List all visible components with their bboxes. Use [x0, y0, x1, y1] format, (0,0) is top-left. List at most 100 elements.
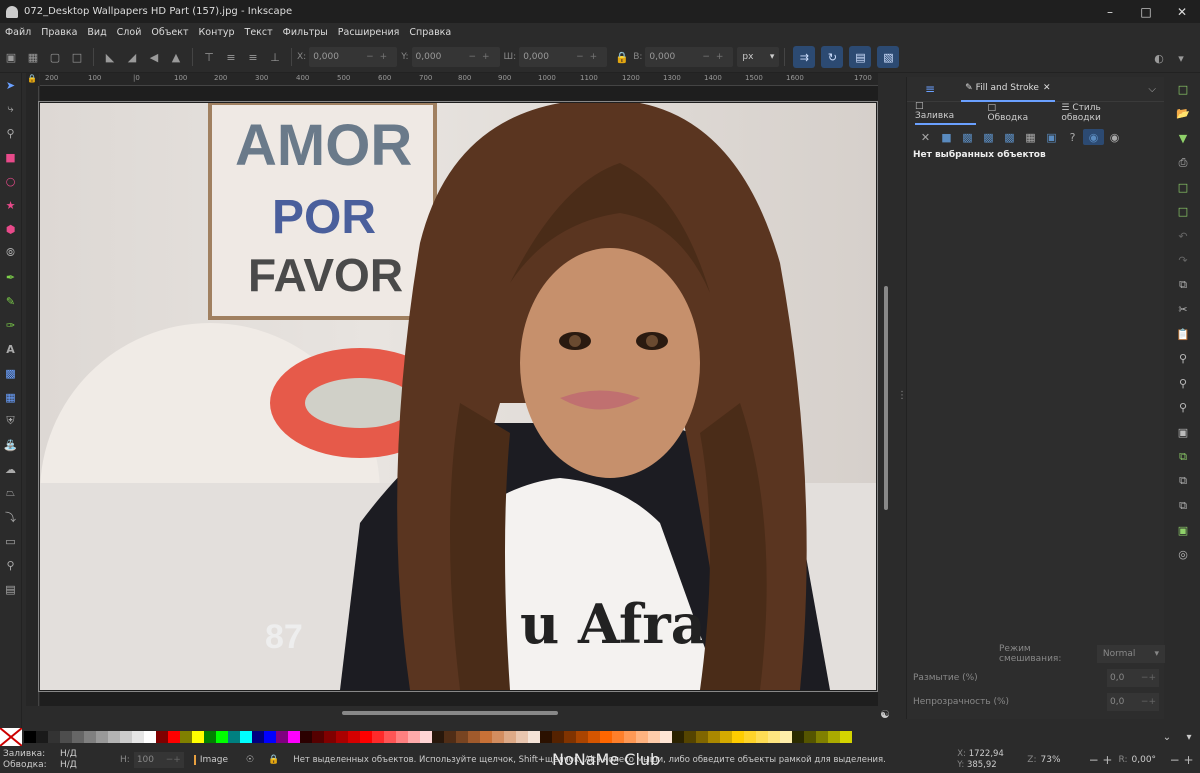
- zoom-field[interactable]: 73% − +: [1041, 753, 1113, 767]
- style-indicator[interactable]: Заливка: Обводка:: [0, 749, 60, 771]
- color-swatch[interactable]: [648, 731, 660, 743]
- color-swatch[interactable]: [456, 731, 468, 743]
- color-swatch[interactable]: [300, 731, 312, 743]
- palette-scroll-up-icon[interactable]: ⌄: [1156, 732, 1178, 743]
- color-swatch[interactable]: [744, 731, 756, 743]
- color-swatch[interactable]: [156, 731, 168, 743]
- dropper-tool-icon[interactable]: ⛨: [0, 409, 21, 433]
- color-swatch[interactable]: [228, 731, 240, 743]
- y-field[interactable]: 0,000 −+: [411, 47, 500, 67]
- lower-to-bottom-icon[interactable]: ⊥: [264, 46, 286, 68]
- pattern-icon[interactable]: ▦: [1020, 129, 1041, 145]
- color-swatch[interactable]: [816, 731, 828, 743]
- cut-icon[interactable]: ✂: [1166, 298, 1200, 323]
- color-swatch[interactable]: [636, 731, 648, 743]
- menu-layer[interactable]: Слой: [112, 27, 147, 38]
- color-swatch[interactable]: [252, 731, 264, 743]
- menu-view[interactable]: Вид: [82, 27, 111, 38]
- move-gradients-icon[interactable]: ▤: [849, 46, 872, 68]
- duplicate-icon[interactable]: ⧉: [1166, 445, 1200, 470]
- color-swatch[interactable]: [168, 731, 180, 743]
- color-swatch[interactable]: [180, 731, 192, 743]
- minimize-button[interactable]: –: [1092, 0, 1128, 23]
- color-swatch[interactable]: [444, 731, 456, 743]
- flip-vertical-icon[interactable]: ▲: [165, 46, 187, 68]
- color-swatch[interactable]: [96, 731, 108, 743]
- lower-icon[interactable]: ≡: [242, 46, 264, 68]
- new-document-icon[interactable]: □: [1166, 77, 1200, 102]
- color-swatch[interactable]: [576, 731, 588, 743]
- clone-icon[interactable]: ⧉: [1166, 469, 1200, 494]
- eraser-tool-icon[interactable]: ⏢: [0, 481, 21, 505]
- color-swatch[interactable]: [120, 731, 132, 743]
- spray-tool-icon[interactable]: ☁: [0, 457, 21, 481]
- deselect-icon[interactable]: ▢: [44, 46, 66, 68]
- copy-icon[interactable]: ⧉: [1166, 273, 1200, 298]
- color-swatch[interactable]: [108, 731, 120, 743]
- move-patterns-icon[interactable]: ▧: [877, 46, 900, 68]
- vertical-scrollbar[interactable]: [884, 286, 888, 510]
- snap-options-icon[interactable]: ▾: [1170, 47, 1192, 69]
- color-swatch[interactable]: [780, 731, 792, 743]
- rotate-cw-icon[interactable]: ◢: [121, 46, 143, 68]
- color-swatch[interactable]: [36, 731, 48, 743]
- color-swatch[interactable]: [792, 731, 804, 743]
- color-swatch[interactable]: [564, 731, 576, 743]
- select-all-layers-icon[interactable]: ▦: [22, 46, 44, 68]
- color-swatch[interactable]: [720, 731, 732, 743]
- layers-icon[interactable]: ≡: [925, 82, 935, 96]
- star-tool-icon[interactable]: ★: [0, 193, 21, 217]
- tab-fill-and-stroke[interactable]: ✎ Fill and Stroke ✕: [961, 77, 1055, 102]
- page-tool-icon[interactable]: ▭: [0, 529, 21, 553]
- group-icon[interactable]: ▣: [1166, 518, 1200, 543]
- color-swatch[interactable]: [432, 731, 444, 743]
- mesh-gradient-icon[interactable]: ▩: [999, 129, 1020, 145]
- color-swatch[interactable]: [396, 731, 408, 743]
- spiral-tool-icon[interactable]: ⦾: [0, 241, 21, 265]
- radial-gradient-icon[interactable]: ▩: [978, 129, 999, 145]
- zoom-tool-icon[interactable]: ⚲: [0, 553, 21, 577]
- raise-to-top-icon[interactable]: ⊤: [198, 46, 220, 68]
- unit-select[interactable]: px ▾: [737, 47, 780, 67]
- touch-select-icon[interactable]: □: [66, 46, 88, 68]
- import-icon[interactable]: □: [1166, 175, 1200, 200]
- rectangle-tool-icon[interactable]: ■: [0, 145, 21, 169]
- layer-lock-icon[interactable]: 🔒: [268, 755, 279, 765]
- lock-guides-icon[interactable]: 🔒: [27, 74, 37, 83]
- h-field[interactable]: 100 −+: [133, 751, 184, 768]
- color-swatch[interactable]: [72, 731, 84, 743]
- flat-color-icon[interactable]: ■: [936, 129, 957, 145]
- export-icon[interactable]: □: [1166, 200, 1200, 225]
- color-swatch[interactable]: [204, 731, 216, 743]
- gradient-tool-icon[interactable]: ▩: [0, 361, 21, 385]
- rotation-field[interactable]: 0,00° − +: [1132, 753, 1194, 767]
- palette-menu-icon[interactable]: ▾: [1178, 732, 1200, 743]
- color-swatch[interactable]: [696, 731, 708, 743]
- tweak-tool-icon[interactable]: ⚲: [0, 121, 21, 145]
- width-field[interactable]: 0,000 −+: [519, 47, 608, 67]
- undo-icon[interactable]: ↶: [1166, 224, 1200, 249]
- color-swatch[interactable]: [144, 731, 156, 743]
- color-swatch[interactable]: [600, 731, 612, 743]
- color-swatch[interactable]: [708, 731, 720, 743]
- menu-file[interactable]: Файл: [0, 27, 36, 38]
- tab-stroke-style[interactable]: ☰ Стиль обводки: [1061, 103, 1152, 123]
- ellipse-tool-icon[interactable]: ○: [0, 169, 21, 193]
- paint-bucket-tool-icon[interactable]: ⛲: [0, 433, 21, 457]
- close-window-button[interactable]: ✕: [1164, 0, 1200, 23]
- color-swatch[interactable]: [192, 731, 204, 743]
- menu-text[interactable]: Текст: [240, 27, 278, 38]
- no-color-swatch[interactable]: [0, 728, 22, 746]
- color-swatch[interactable]: [384, 731, 396, 743]
- connector-tool-icon[interactable]: ⤵: [0, 505, 21, 529]
- color-swatch[interactable]: [540, 731, 552, 743]
- layer-dropdown[interactable]: Image: [193, 754, 228, 765]
- swatch-icon[interactable]: ▣: [1041, 129, 1062, 145]
- select-all-icon[interactable]: ▣: [0, 46, 22, 68]
- open-icon[interactable]: 📂: [1166, 102, 1200, 127]
- linear-gradient-icon[interactable]: ▩: [957, 129, 978, 145]
- raise-icon[interactable]: ≡: [220, 46, 242, 68]
- color-swatch[interactable]: [828, 731, 840, 743]
- no-paint-icon[interactable]: ✕: [915, 129, 936, 145]
- color-swatch[interactable]: [324, 731, 336, 743]
